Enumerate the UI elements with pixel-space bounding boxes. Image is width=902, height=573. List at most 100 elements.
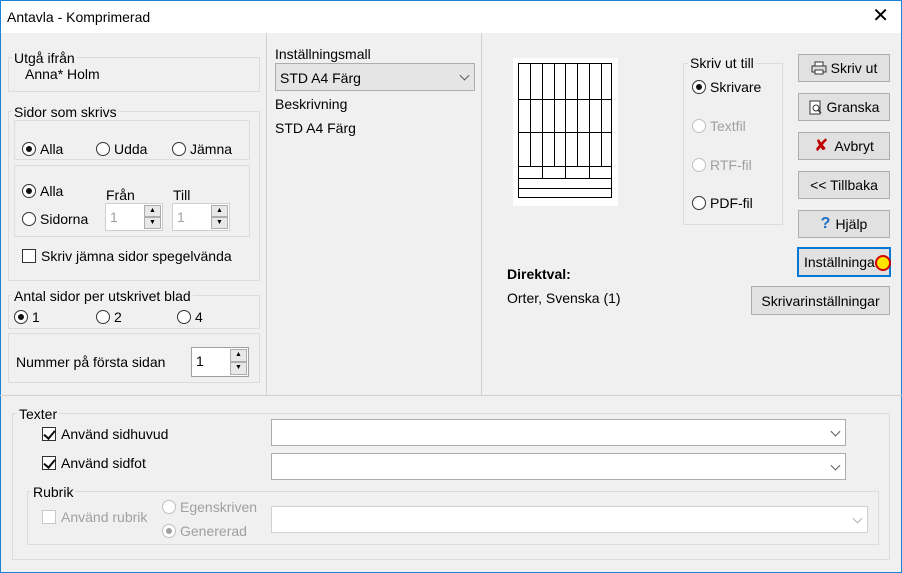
cursor-indicator-icon: [875, 255, 891, 271]
radio-label: Sidorna: [40, 211, 89, 227]
spin-down-icon[interactable]: ▼: [144, 217, 161, 229]
radio-label: Textfil: [710, 118, 746, 134]
settings-label: Inställningar: [804, 254, 880, 270]
parity-all-radio[interactable]: Alla: [22, 141, 63, 157]
rubrik-label: Rubrik: [31, 484, 76, 500]
radio-icon: [96, 310, 110, 324]
description-value: STD A4 Färg: [275, 120, 356, 136]
range-all-radio[interactable]: Alla: [22, 183, 63, 199]
help-button[interactable]: ? Hjälp: [798, 210, 890, 238]
radio-icon: [692, 119, 706, 133]
rubrik-select[interactable]: [271, 506, 868, 533]
help-label: Hjälp: [835, 216, 868, 232]
rubrik-custom-radio[interactable]: Egenskriven: [162, 499, 257, 515]
source-label: Utgå ifrån: [12, 50, 77, 66]
radio-label: Skrivare: [710, 79, 762, 95]
spin-up-icon[interactable]: ▲: [144, 205, 161, 217]
first-page-stepper[interactable]: 1 ▲ ▼: [191, 347, 249, 377]
radio-icon: [22, 212, 36, 226]
output-label: Skriv ut till: [688, 55, 756, 71]
rubrik-generated-radio[interactable]: Genererad: [162, 523, 247, 539]
header-select[interactable]: [271, 419, 846, 446]
use-footer-checkbox[interactable]: Använd sidfot: [42, 455, 146, 471]
chevron-down-icon: [830, 460, 841, 471]
radio-icon: [162, 500, 176, 514]
radio-icon: [14, 310, 28, 324]
preview-button[interactable]: Granska: [798, 93, 890, 121]
first-page-label: Nummer på första sidan: [16, 354, 166, 370]
preview-label: Granska: [826, 99, 880, 115]
checkbox-label: Använd sidfot: [61, 455, 146, 471]
directive-value: Orter, Svenska (1): [507, 290, 621, 306]
printer-icon: [811, 61, 827, 75]
printer-settings-button[interactable]: Skrivarinställningar: [751, 286, 890, 315]
per-sheet-2-radio[interactable]: 2: [96, 309, 122, 325]
parity-even-radio[interactable]: Jämna: [172, 141, 232, 157]
to-label: Till: [173, 187, 191, 203]
range-pages-radio[interactable]: Sidorna: [22, 211, 88, 227]
mirror-checkbox[interactable]: Skriv jämna sidor spegelvända: [22, 248, 232, 264]
per-sheet-label: Antal sidor per utskrivet blad: [12, 288, 193, 304]
radio-label: 2: [114, 309, 122, 325]
per-sheet-4-radio[interactable]: 4: [177, 309, 203, 325]
texts-label: Texter: [17, 406, 60, 422]
use-rubrik-checkbox[interactable]: Använd rubrik: [42, 509, 147, 525]
from-stepper[interactable]: 1 ▲ ▼: [105, 203, 163, 231]
radio-icon: [96, 142, 110, 156]
radio-icon: [692, 80, 706, 94]
radio-label: 4: [195, 309, 203, 325]
print-label: Skriv ut: [830, 60, 878, 76]
output-printer-radio[interactable]: Skrivare: [692, 79, 761, 95]
from-label: Från: [106, 187, 135, 203]
source-value: Anna* Holm: [25, 66, 100, 82]
spin-up-icon[interactable]: ▲: [211, 205, 228, 217]
parity-odd-radio[interactable]: Udda: [96, 141, 147, 157]
window-title: Antavla - Komprimerad: [7, 9, 151, 25]
back-label: << Tillbaka: [810, 177, 878, 193]
output-textfile-radio[interactable]: Textfil: [692, 118, 746, 134]
template-label: Inställningsmall: [275, 46, 371, 62]
radio-label: RTF-fil: [710, 157, 752, 173]
radio-icon: [692, 196, 706, 210]
checkbox-label: Använd sidhuvud: [61, 426, 169, 442]
radio-label: Jämna: [190, 141, 233, 157]
page-preview: [513, 58, 618, 206]
radio-label: 1: [32, 309, 40, 325]
column-separator: [266, 33, 267, 395]
spin-down-icon[interactable]: ▼: [230, 362, 247, 375]
print-button[interactable]: Skriv ut: [798, 54, 890, 82]
chevron-down-icon: [852, 513, 863, 524]
per-sheet-1-radio[interactable]: 1: [14, 309, 40, 325]
output-pdf-radio[interactable]: PDF-fil: [692, 195, 753, 211]
to-value: 1: [177, 209, 185, 225]
title-bar: Antavla - Komprimerad ✕: [0, 0, 902, 33]
back-button[interactable]: << Tillbaka: [798, 171, 890, 199]
spin-down-icon[interactable]: ▼: [211, 217, 228, 229]
spin-up-icon[interactable]: ▲: [230, 349, 247, 362]
use-header-checkbox[interactable]: Använd sidhuvud: [42, 426, 168, 442]
cancel-x-icon: ✘: [814, 136, 829, 155]
checkbox-icon: [22, 249, 36, 263]
first-page-value: 1: [196, 353, 204, 369]
radio-icon: [162, 524, 176, 538]
output-rtf-radio[interactable]: RTF-fil: [692, 157, 752, 173]
radio-icon: [172, 142, 186, 156]
preview-icon: [809, 100, 822, 114]
pages-label: Sidor som skrivs: [12, 104, 119, 120]
checkbox-icon: [42, 456, 56, 470]
checkbox-icon: [42, 427, 56, 441]
chevron-down-icon: [459, 70, 470, 81]
template-select[interactable]: STD A4 Färg: [275, 63, 475, 91]
checkbox-label: Skriv jämna sidor spegelvända: [41, 248, 232, 264]
chevron-down-icon: [830, 426, 841, 437]
radio-label: PDF-fil: [710, 195, 753, 211]
checkbox-label: Använd rubrik: [61, 509, 148, 525]
cancel-button[interactable]: ✘ Avbryt: [798, 132, 890, 160]
radio-label: Alla: [40, 141, 64, 157]
radio-label: Genererad: [180, 523, 247, 539]
radio-label: Egenskriven: [180, 499, 258, 515]
to-stepper[interactable]: 1 ▲ ▼: [172, 203, 230, 231]
from-value: 1: [110, 209, 118, 225]
footer-select[interactable]: [271, 453, 846, 480]
close-icon[interactable]: ✕: [872, 5, 889, 27]
